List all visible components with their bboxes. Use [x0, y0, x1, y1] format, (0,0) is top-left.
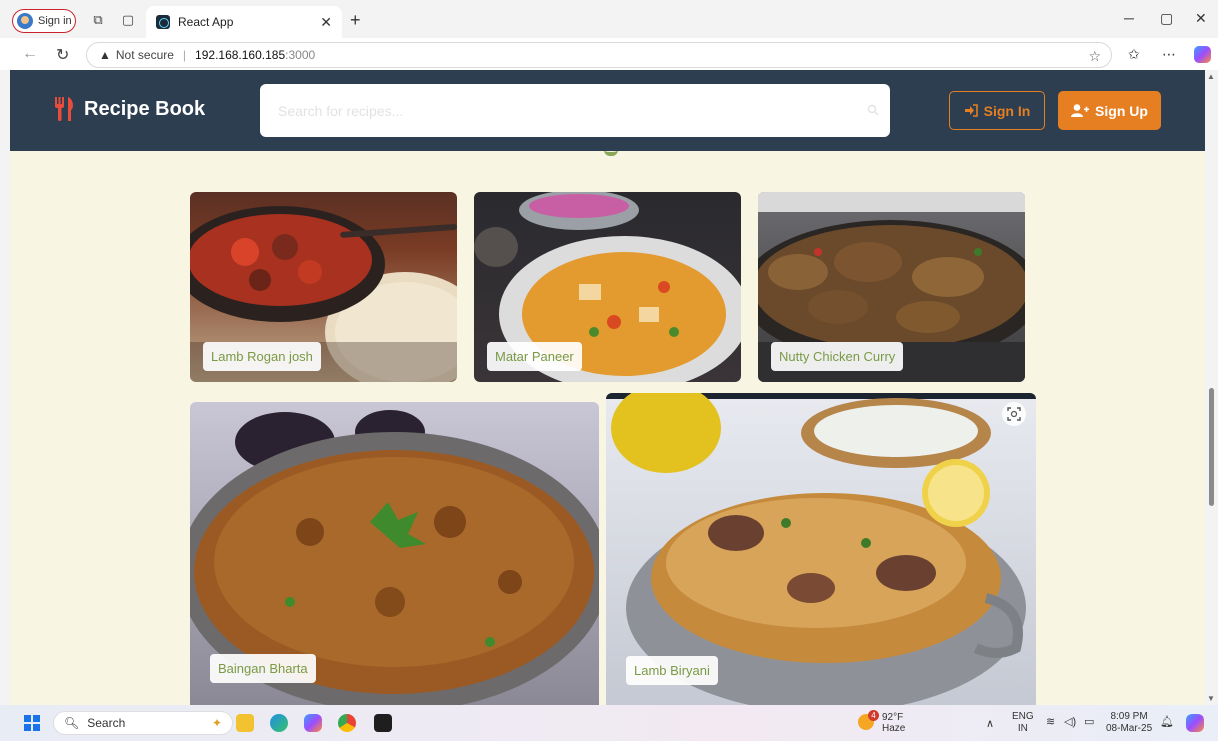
- sign-in-button[interactable]: Sign In: [949, 91, 1045, 130]
- page-viewport: Recipe Book Sign In Sign Up: [10, 70, 1205, 705]
- weather-widget[interactable]: 4 92°F Haze: [858, 710, 906, 734]
- browser-tab-bar: Sign in ⧉ ▢ React App ✕ + ─ ▢ ✕: [0, 0, 1218, 38]
- browser-address-bar: ← ↻ ▲ Not secure | 192.168.160.185 :3000…: [0, 38, 1218, 70]
- weather-condition: Haze: [882, 723, 906, 734]
- windows-taskbar: 🔍︎ Search ✦ 4 92°F Haze ∧ ENG IN ≋ ◁) ▭ …: [0, 705, 1218, 741]
- page-scrollbar[interactable]: ▲ ▼: [1205, 70, 1218, 705]
- taskbar-search[interactable]: 🔍︎ Search ✦: [53, 711, 233, 735]
- windows-start-icon[interactable]: [24, 715, 40, 731]
- more-menu-icon[interactable]: ⋯: [1162, 46, 1176, 63]
- favorite-star-icon[interactable]: ☆: [1088, 48, 1101, 65]
- terminal-app-icon[interactable]: [374, 714, 392, 732]
- weather-temp: 92°F: [882, 712, 904, 723]
- react-favicon-icon: [156, 15, 170, 29]
- recipe-name: Nutty Chicken Curry: [771, 342, 904, 371]
- url-host: 192.168.160.185: [195, 48, 286, 62]
- recipe-card[interactable]: Nutty Chicken Curry: [758, 192, 1025, 382]
- url-port: :3000: [285, 48, 316, 62]
- notification-bell-icon[interactable]: 🔔︎: [1160, 715, 1174, 728]
- site-header: Recipe Book Sign In Sign Up: [10, 70, 1205, 151]
- visual-search-icon[interactable]: [1002, 402, 1026, 426]
- recipe-card[interactable]: Lamb Rogan josh: [190, 192, 457, 382]
- tab-title: React App: [178, 15, 234, 29]
- battery-icon[interactable]: ▭: [1084, 715, 1094, 728]
- tab-react-app[interactable]: React App ✕: [146, 6, 342, 38]
- scrollbar-thumb[interactable]: [1209, 388, 1214, 506]
- lang-bottom: IN: [1017, 723, 1028, 734]
- utensils-icon: [55, 97, 73, 121]
- clock-date: 08-Mar-25: [1106, 723, 1153, 734]
- user-plus-icon: [1071, 104, 1090, 117]
- wifi-icon[interactable]: ≋: [1046, 715, 1055, 728]
- file-explorer-icon[interactable]: [236, 714, 254, 732]
- workspaces-icon[interactable]: ⧉: [90, 12, 106, 28]
- favorites-icon[interactable]: ✩: [1128, 46, 1140, 63]
- profile-label: Sign in: [38, 15, 72, 27]
- scroll-down-icon[interactable]: ▼: [1207, 694, 1215, 703]
- sign-in-label: Sign In: [983, 102, 1031, 119]
- clock-time: 8:09 PM: [1110, 711, 1148, 722]
- lang-top: ENG: [1012, 711, 1034, 722]
- search-highlight-icon: ✦: [211, 716, 222, 730]
- search-icon[interactable]: [867, 104, 879, 116]
- taskbar-search-icon: 🔍︎: [64, 716, 80, 730]
- warning-triangle-icon: ▲: [99, 48, 111, 62]
- taskbar-clock[interactable]: 8:09 PM 08-Mar-25: [1106, 711, 1152, 735]
- recipe-name: Baingan Bharta: [210, 654, 316, 683]
- recipe-name: Matar Paneer: [487, 342, 582, 371]
- new-tab-icon[interactable]: +: [350, 10, 361, 31]
- copilot-icon[interactable]: [1194, 46, 1211, 63]
- chrome-icon[interactable]: [338, 714, 356, 732]
- recipe-name: Lamb Rogan josh: [203, 342, 321, 371]
- language-indicator[interactable]: ENG IN: [1012, 711, 1034, 735]
- brand-logo[interactable]: Recipe Book: [54, 97, 205, 121]
- recipe-search-input[interactable]: [260, 84, 890, 137]
- refresh-icon[interactable]: ↻: [56, 45, 69, 65]
- recipe-card[interactable]: Lamb Biryani: [606, 393, 1036, 705]
- tab-close-icon[interactable]: ✕: [320, 14, 332, 31]
- recipe-card[interactable]: Baingan Bharta: [190, 402, 599, 705]
- tab-actions-icon[interactable]: ▢: [120, 12, 136, 28]
- brand-title: Recipe Book: [84, 97, 206, 120]
- copilot-tray-icon[interactable]: [1186, 714, 1204, 732]
- profile-avatar-icon: [17, 13, 33, 29]
- weather-badge: 4: [868, 710, 879, 721]
- recipe-card[interactable]: Matar Paneer: [474, 192, 741, 382]
- maximize-icon[interactable]: ▢: [1160, 10, 1173, 27]
- edge-browser-icon[interactable]: [270, 714, 288, 732]
- taskbar-search-label: Search: [87, 716, 126, 730]
- sign-up-button[interactable]: Sign Up: [1058, 91, 1161, 130]
- profile-button[interactable]: Sign in: [12, 9, 76, 33]
- url-separator: |: [182, 48, 187, 62]
- recipe-name: Lamb Biryani: [626, 656, 718, 685]
- copilot-app-icon[interactable]: [304, 714, 322, 732]
- tray-chevron-icon[interactable]: ∧: [986, 717, 994, 730]
- sign-in-arrow-icon: [964, 104, 978, 117]
- volume-icon[interactable]: ◁): [1064, 715, 1076, 728]
- sign-up-label: Sign Up: [1095, 102, 1148, 119]
- security-label: Not secure: [115, 48, 174, 62]
- window-close-icon[interactable]: ✕: [1195, 10, 1207, 27]
- url-field[interactable]: ▲ Not secure | 192.168.160.185 :3000 ☆: [86, 42, 1112, 68]
- scroll-up-icon[interactable]: ▲: [1207, 72, 1215, 81]
- back-arrow-icon[interactable]: ←: [22, 45, 38, 63]
- minimize-icon[interactable]: ─: [1124, 10, 1134, 26]
